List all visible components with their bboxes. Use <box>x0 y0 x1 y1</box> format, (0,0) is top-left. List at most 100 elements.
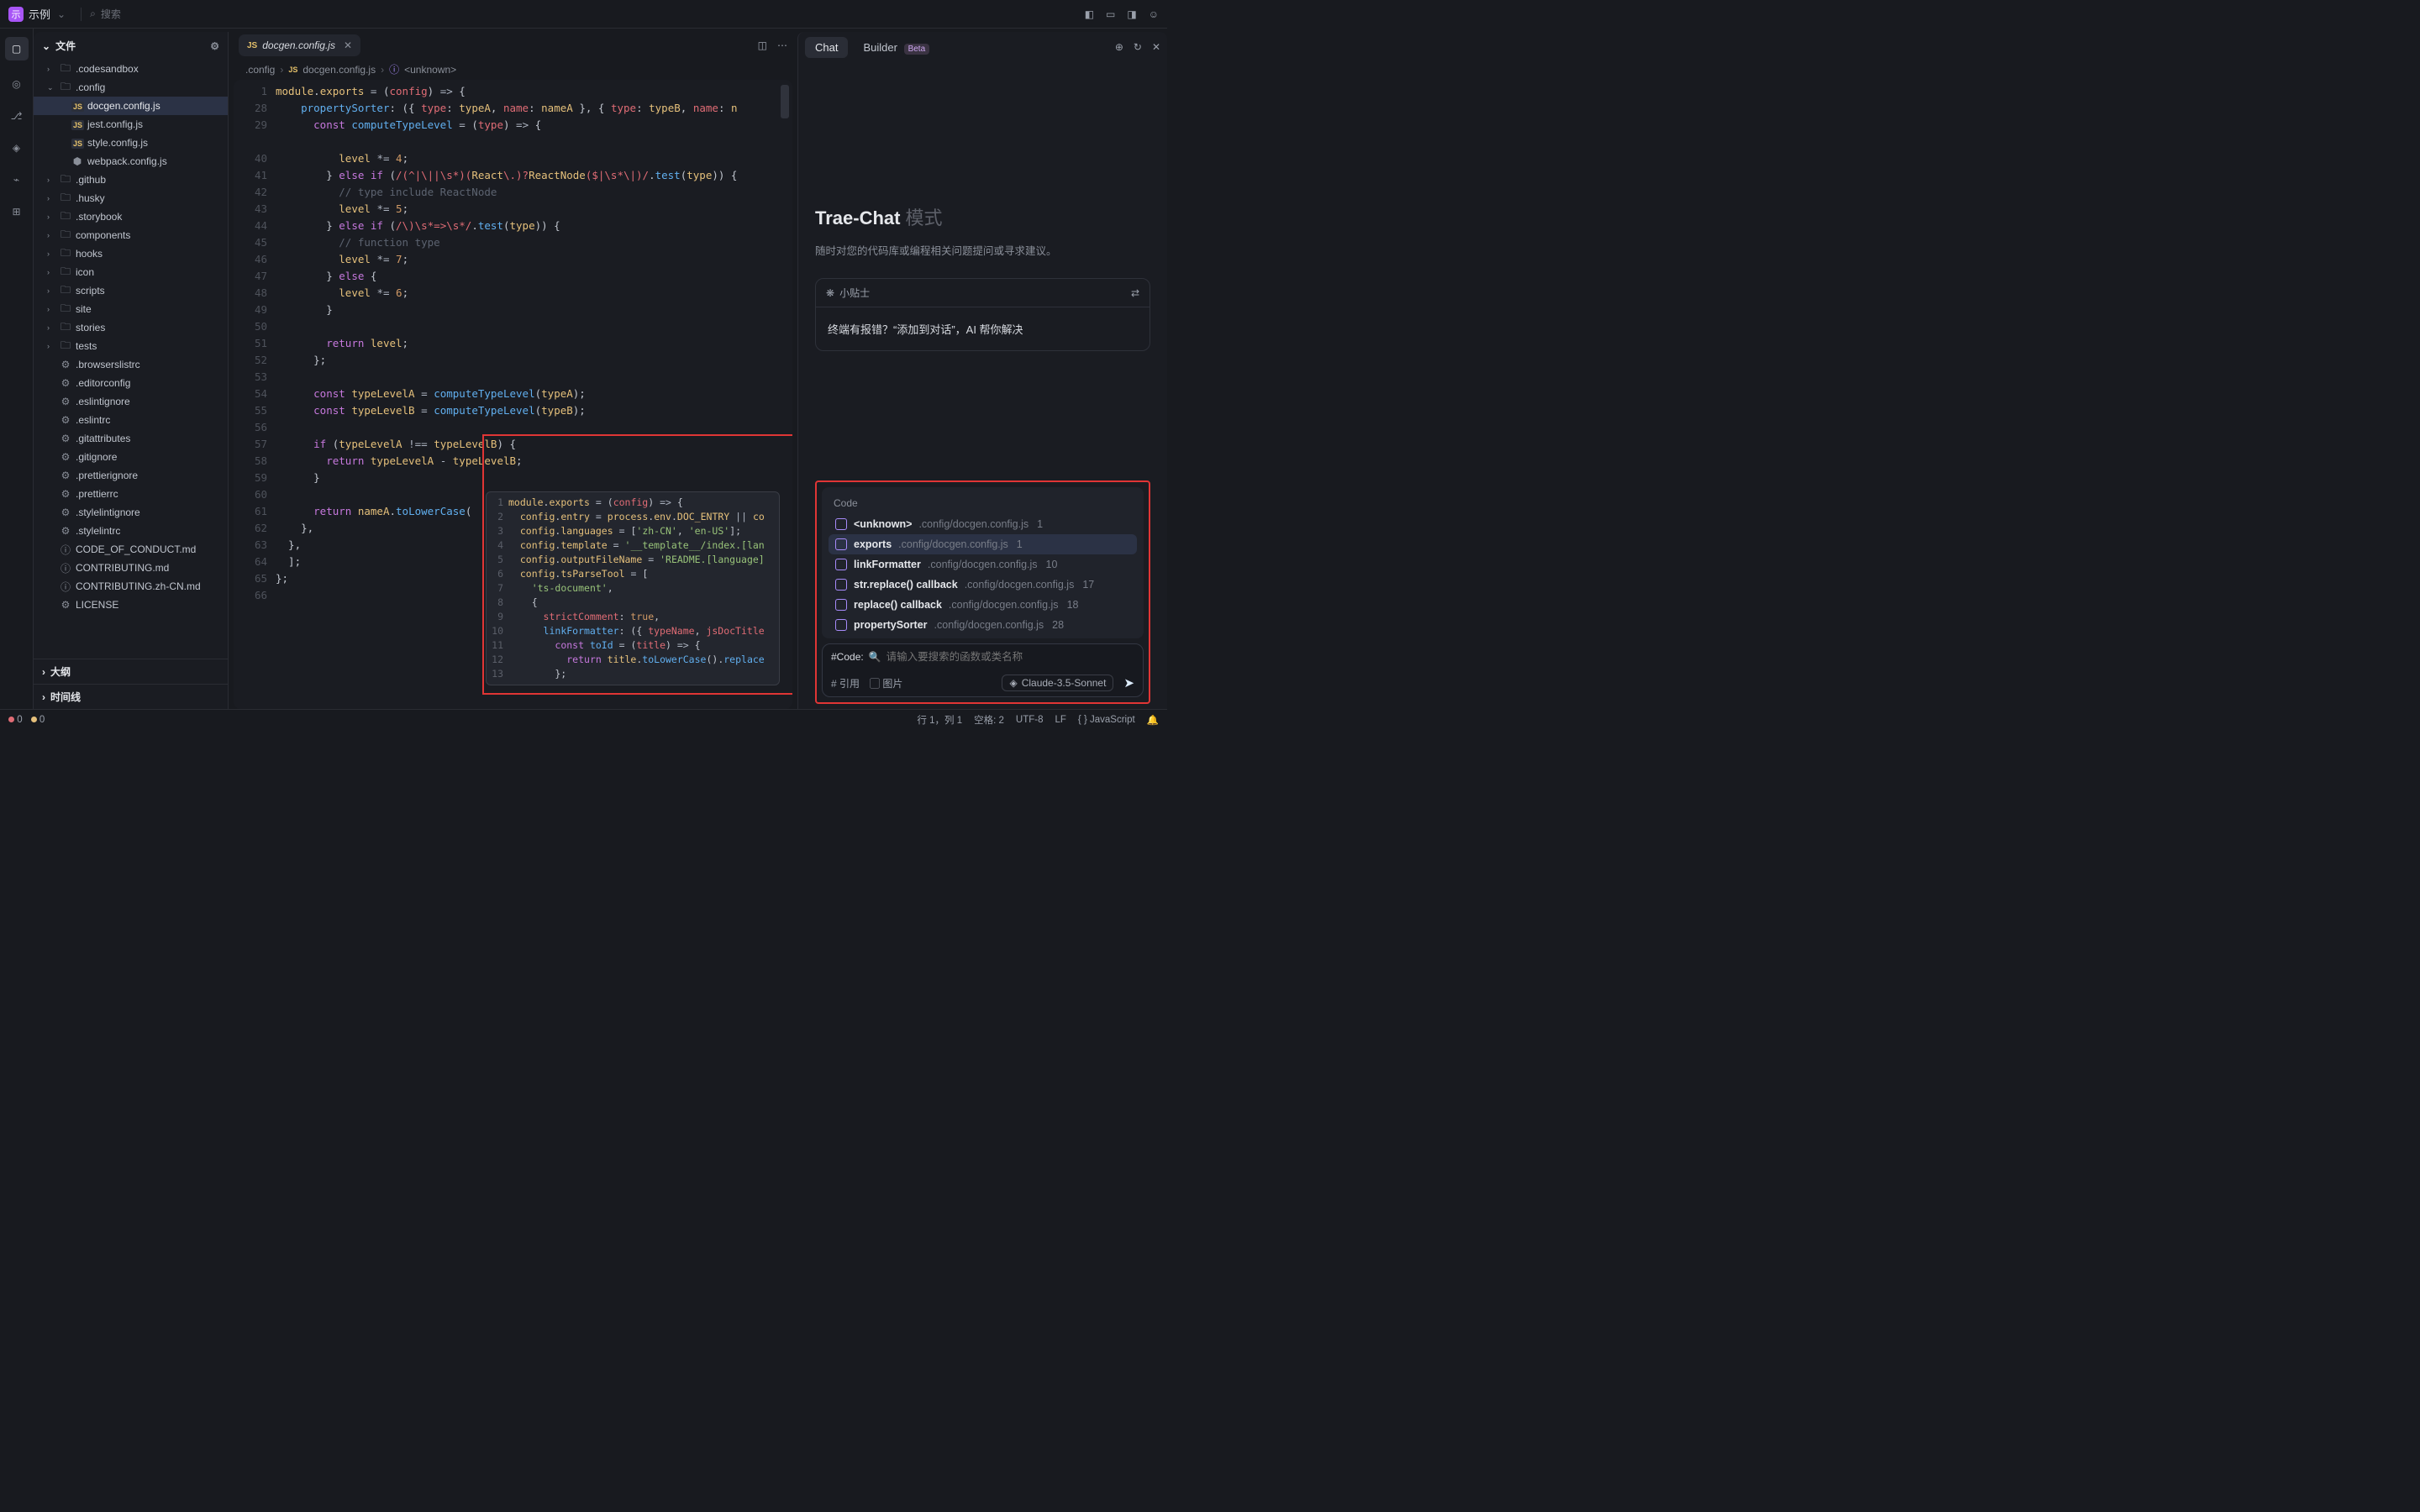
errors-count[interactable]: 0 <box>8 715 23 725</box>
breadcrumb[interactable]: .config › JS docgen.config.js › ⓘ <unkno… <box>234 59 792 80</box>
app-title[interactable]: 示例 <box>29 6 50 22</box>
shuffle-icon[interactable]: ⇄ <box>1131 287 1139 299</box>
explorer-icon[interactable]: ▢ <box>5 37 29 60</box>
folder-.config[interactable]: ⌄🗀.config <box>34 78 228 97</box>
watch-icon[interactable]: ◈ <box>8 139 25 156</box>
folder-.husky[interactable]: ›🗀.husky <box>34 189 228 207</box>
bell-icon[interactable]: 🔔 <box>1147 714 1159 726</box>
language-mode[interactable]: { } JavaScript <box>1078 715 1135 725</box>
file-.browserslistrc[interactable]: ⚙.browserslistrc <box>34 355 228 374</box>
js-icon: JS <box>288 66 297 74</box>
sug-replace() callback[interactable]: replace() callback.config/docgen.config.… <box>829 595 1137 615</box>
sug-name: linkFormatter <box>854 559 921 570</box>
file-icon: ⚙ <box>60 359 71 370</box>
chat-search-input[interactable] <box>886 651 1134 663</box>
panel-left-icon[interactable]: ◧ <box>1085 8 1094 20</box>
cursor-pos[interactable]: 行 1，列 1 <box>917 713 962 727</box>
breadcrumb-folder[interactable]: .config <box>245 64 275 76</box>
minimap[interactable] <box>781 85 789 118</box>
breadcrumb-file[interactable]: docgen.config.js <box>302 64 376 76</box>
sug-name: <unknown> <box>854 518 912 530</box>
folder-scripts[interactable]: ›🗀scripts <box>34 281 228 300</box>
file-.prettierignore[interactable]: ⚙.prettierignore <box>34 466 228 485</box>
close-icon[interactable]: ✕ <box>1152 41 1160 53</box>
breadcrumb-symbol[interactable]: <unknown> <box>404 64 456 76</box>
js-icon: JS <box>247 41 257 50</box>
file-jest.config.js[interactable]: JSjest.config.js <box>34 115 228 134</box>
tab-chat[interactable]: Chat <box>805 37 848 58</box>
file-icon: ⚙ <box>60 507 71 518</box>
close-icon[interactable]: ✕ <box>344 39 352 51</box>
search-icon[interactable]: ◎ <box>8 76 25 92</box>
user-icon[interactable]: ☺ <box>1149 8 1159 20</box>
chevron-down-icon[interactable]: ⌄ <box>57 8 66 20</box>
file-.stylelintrc[interactable]: ⚙.stylelintrc <box>34 522 228 540</box>
encoding[interactable]: UTF-8 <box>1016 715 1044 725</box>
image-button[interactable]: ▢ 图片 <box>870 676 902 690</box>
editor-tab[interactable]: JS docgen.config.js ✕ <box>239 34 360 56</box>
file-icon: ⚙ <box>60 525 71 537</box>
debug-icon[interactable]: ⌁ <box>8 171 25 188</box>
input-prefix: #Code: <box>831 651 864 663</box>
split-icon[interactable]: ◫ <box>758 39 767 51</box>
folder-tests[interactable]: ›🗀tests <box>34 337 228 355</box>
more-icon[interactable]: ⋯ <box>777 39 787 51</box>
file-style.config.js[interactable]: JSstyle.config.js <box>34 134 228 152</box>
file-.prettierrc[interactable]: ⚙.prettierrc <box>34 485 228 503</box>
warnings-count[interactable]: 0 <box>31 715 45 725</box>
send-icon[interactable]: ➤ <box>1123 675 1134 690</box>
sug-linkFormatter[interactable]: linkFormatter.config/docgen.config.js10 <box>829 554 1137 575</box>
model-picker[interactable]: ◈ Claude-3.5-Sonnet <box>1002 675 1113 691</box>
folder-site[interactable]: ›🗀site <box>34 300 228 318</box>
file-webpack.config.js[interactable]: ⬢webpack.config.js <box>34 152 228 171</box>
scm-icon[interactable]: ⎇ <box>8 108 25 124</box>
panel-right-icon[interactable]: ◨ <box>1127 8 1136 20</box>
bulb-icon: ❋ <box>826 287 834 299</box>
sug-str.replace() callback[interactable]: str.replace() callback.config/docgen.con… <box>829 575 1137 595</box>
eol[interactable]: LF <box>1055 715 1065 725</box>
folder-components[interactable]: ›🗀components <box>34 226 228 244</box>
file-icon: JS <box>71 118 83 130</box>
file-icon: ⓘ <box>60 580 71 594</box>
settings-icon[interactable]: ⚙ <box>210 40 219 52</box>
global-search[interactable]: ⌕ 搜索 <box>90 7 121 21</box>
file-.stylelintignore[interactable]: ⚙.stylelintignore <box>34 503 228 522</box>
folder-.codesandbox[interactable]: ›🗀.codesandbox <box>34 60 228 78</box>
file-label: .husky <box>76 192 105 204</box>
folder-stories[interactable]: ›🗀stories <box>34 318 228 337</box>
chevron-icon: › <box>47 231 55 239</box>
file-.editorconfig[interactable]: ⚙.editorconfig <box>34 374 228 392</box>
outline-section[interactable]: › 大纲 <box>34 659 228 684</box>
history-icon[interactable]: ↻ <box>1134 41 1142 53</box>
file-CONTRIBUTING.zh-CN.md[interactable]: ⓘCONTRIBUTING.zh-CN.md <box>34 577 228 596</box>
folder-.storybook[interactable]: ›🗀.storybook <box>34 207 228 226</box>
extensions-icon[interactable]: ⊞ <box>8 203 25 220</box>
file-.gitattributes[interactable]: ⚙.gitattributes <box>34 429 228 448</box>
sug-path: .config/docgen.config.js <box>949 599 1059 611</box>
file-.eslintrc[interactable]: ⚙.eslintrc <box>34 411 228 429</box>
sug-propertySorter[interactable]: propertySorter.config/docgen.config.js28 <box>829 615 1137 635</box>
chevron-icon: › <box>47 213 55 221</box>
new-chat-icon[interactable]: ⊕ <box>1115 41 1123 53</box>
folder-icon[interactable]: ›🗀icon <box>34 263 228 281</box>
sug-<unknown>[interactable]: <unknown>.config/docgen.config.js1 <box>829 514 1137 534</box>
sug-exports[interactable]: exports.config/docgen.config.js1 <box>829 534 1137 554</box>
code-editor[interactable]: 1 28 29 40 41 42 43 44 45 46 47 48 49 50… <box>234 80 792 709</box>
file-.gitignore[interactable]: ⚙.gitignore <box>34 448 228 466</box>
tip-card: ❋ 小贴士 ⇄ 终端有报错？“添加到对话”，AI 帮你解决 <box>815 278 1150 351</box>
search-placeholder: 搜索 <box>101 7 121 21</box>
timeline-section[interactable]: › 时间线 <box>34 684 228 709</box>
tab-builder[interactable]: Builder Beta <box>853 37 939 58</box>
panel-bottom-icon[interactable]: ▭ <box>1106 8 1115 20</box>
folder-.github[interactable]: ›🗀.github <box>34 171 228 189</box>
ref-button[interactable]: # 引用 <box>831 676 860 690</box>
indent[interactable]: 空格: 2 <box>974 713 1004 727</box>
beta-badge: Beta <box>904 44 930 55</box>
folder-hooks[interactable]: ›🗀hooks <box>34 244 228 263</box>
file-CODE_OF_CONDUCT.md[interactable]: ⓘCODE_OF_CONDUCT.md <box>34 540 228 559</box>
file-CONTRIBUTING.md[interactable]: ⓘCONTRIBUTING.md <box>34 559 228 577</box>
chevron-down-icon[interactable]: ⌄ <box>42 40 50 52</box>
file-LICENSE[interactable]: ⚙LICENSE <box>34 596 228 614</box>
file-docgen.config.js[interactable]: JSdocgen.config.js <box>34 97 228 115</box>
file-.eslintignore[interactable]: ⚙.eslintignore <box>34 392 228 411</box>
